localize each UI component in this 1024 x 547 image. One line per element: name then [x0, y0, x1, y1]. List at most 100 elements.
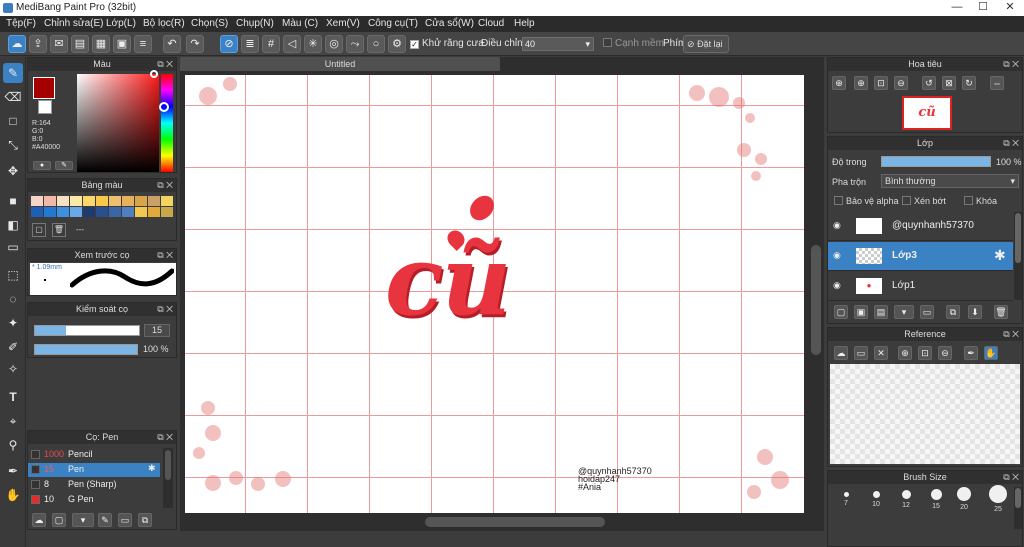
- panel-controls-icon[interactable]: ⧉ ✕: [157, 249, 173, 262]
- eye-icon[interactable]: ◉: [833, 250, 841, 261]
- menu-file[interactable]: Tệp(F): [6, 18, 36, 29]
- snap-parallel-icon[interactable]: ≣: [241, 35, 259, 53]
- list-icon[interactable]: ≡: [134, 35, 152, 53]
- brush-list-scrollbar[interactable]: [163, 448, 173, 508]
- gradient-tool-icon[interactable]: ▭: [3, 237, 23, 257]
- blend-mode-select[interactable]: Bình thường ▾: [881, 174, 1019, 188]
- secondary-color-swatch[interactable]: [38, 100, 52, 114]
- panel-controls-icon[interactable]: ⧉ ✕: [157, 431, 173, 444]
- eraser-tool-icon[interactable]: ⌫: [3, 87, 23, 107]
- palette-swatch[interactable]: [161, 207, 173, 217]
- menu-cloud[interactable]: Cloud: [478, 18, 504, 29]
- maximize-button[interactable]: ☐: [970, 0, 996, 14]
- add-halftone-layer-icon[interactable]: ▣: [854, 305, 868, 319]
- layer-scrollbar[interactable]: [1014, 212, 1022, 300]
- zoom-in-icon[interactable]: ⊕: [898, 346, 912, 360]
- layer-row-selected[interactable]: ◉ Lớp3 ✱: [828, 242, 1013, 271]
- brush-size-scrollbar[interactable]: [1014, 487, 1022, 529]
- palette-swatch[interactable]: [83, 196, 95, 206]
- menu-window[interactable]: Cửa sổ(W): [425, 18, 474, 29]
- cloud-icon[interactable]: ☁: [8, 35, 26, 53]
- undo-icon[interactable]: ↶: [163, 35, 181, 53]
- adjust-select[interactable]: 40 ▾: [522, 37, 594, 51]
- menu-select[interactable]: Chọn(S): [191, 18, 228, 29]
- palette-swatch[interactable]: [44, 207, 56, 217]
- scroll-thumb[interactable]: [165, 450, 171, 480]
- add-palette-icon[interactable]: ▢: [32, 223, 46, 237]
- rotate-left-icon[interactable]: ↺: [922, 76, 936, 90]
- brush-size-preset[interactable]: 10: [866, 487, 886, 508]
- shape-tool-icon[interactable]: ■: [3, 191, 23, 211]
- eye-icon[interactable]: ◉: [833, 220, 841, 231]
- panel-controls-icon[interactable]: ⧉ ✕: [157, 179, 173, 192]
- add-brush-icon[interactable]: ▢: [52, 513, 66, 527]
- select-pen-tool-icon[interactable]: ✐: [3, 337, 23, 357]
- snap-ellipse-icon[interactable]: ○: [367, 35, 385, 53]
- brush-size-preset[interactable]: 12: [896, 487, 916, 509]
- color-circle-icon[interactable]: ●: [33, 161, 51, 170]
- layer-opacity-slider[interactable]: [881, 156, 991, 167]
- menu-edit[interactable]: Chỉnh sửa(E): [44, 18, 104, 29]
- brush-size-preset[interactable]: 25: [986, 485, 1010, 513]
- menu-help[interactable]: Help: [514, 18, 535, 29]
- duplicate-icon[interactable]: ⧉: [138, 513, 152, 527]
- drawing-canvas[interactable]: cũ @quynhanh57370 hoidap247 #Ania: [185, 75, 804, 513]
- brush-size-preset[interactable]: 7: [836, 487, 856, 507]
- snap-perspective-icon[interactable]: ◁: [283, 35, 301, 53]
- gear-icon[interactable]: ✱: [148, 463, 156, 474]
- snap-circle-icon[interactable]: ◎: [325, 35, 343, 53]
- snap-curve-icon[interactable]: ⤳: [346, 35, 364, 53]
- menu-layer[interactable]: Lớp(L): [106, 18, 136, 29]
- snap-settings-icon[interactable]: ⚙: [388, 35, 406, 53]
- brush-list-item[interactable]: 8 Pen (Sharp): [28, 478, 160, 492]
- panel-controls-icon[interactable]: ⧉ ✕: [1003, 58, 1019, 71]
- fill-tool-icon[interactable]: ◧: [3, 215, 23, 235]
- lock-checkbox[interactable]: Khóa: [964, 196, 997, 206]
- flip-icon[interactable]: ⇔: [990, 76, 1004, 90]
- divide-tool-icon[interactable]: ⌖: [3, 411, 23, 431]
- palette-swatch[interactable]: [109, 196, 121, 206]
- palette-swatch[interactable]: [148, 196, 160, 206]
- zoom-out-icon[interactable]: ⊖: [938, 346, 952, 360]
- delete-palette-icon[interactable]: 🗑: [52, 223, 66, 237]
- palette-swatch[interactable]: [109, 207, 121, 217]
- snap-off-icon[interactable]: ⊘: [220, 35, 238, 53]
- zoom-icon[interactable]: ⊕: [832, 76, 846, 90]
- snap-radial-icon[interactable]: ✳: [304, 35, 322, 53]
- fit-icon[interactable]: ⊡: [874, 76, 888, 90]
- eyedropper-icon[interactable]: ✒: [964, 346, 978, 360]
- palette-swatch[interactable]: [44, 196, 56, 206]
- hue-cursor[interactable]: [159, 102, 169, 112]
- panel-controls-icon[interactable]: ⧉ ✕: [157, 58, 173, 71]
- antialias-checkbox[interactable]: ✓ Khử răng cưa: [410, 38, 484, 49]
- menu-filter[interactable]: Bộ lọc(R): [143, 18, 185, 29]
- brush-size-input[interactable]: 15: [144, 324, 170, 337]
- soft-edge-checkbox[interactable]: Cạnh mềm: [603, 38, 664, 49]
- dropper-tool-icon[interactable]: ⚲: [3, 435, 23, 455]
- vertical-scrollbar[interactable]: [808, 75, 824, 513]
- minimize-button[interactable]: —: [944, 0, 970, 14]
- cloud-brush-icon[interactable]: ☁: [32, 513, 46, 527]
- upload-icon[interactable]: ⇪: [29, 35, 47, 53]
- add-layer-icon[interactable]: ▢: [834, 305, 848, 319]
- palette-swatch[interactable]: [122, 196, 134, 206]
- palette-swatch[interactable]: [135, 207, 147, 217]
- navigator-thumbnail[interactable]: cũ: [902, 96, 952, 130]
- protect-alpha-checkbox[interactable]: Bảo vệ alpha: [834, 196, 899, 206]
- hue-slider[interactable]: [159, 74, 173, 172]
- palette-swatch[interactable]: [70, 207, 82, 217]
- hand-tool-icon[interactable]: ✋: [3, 485, 23, 505]
- lasso-tool-icon[interactable]: ◌: [3, 289, 23, 309]
- edit-brush-icon[interactable]: ✎: [98, 513, 112, 527]
- menu-view[interactable]: Xem(V): [326, 18, 360, 29]
- comment-icon[interactable]: ✉: [50, 35, 68, 53]
- eyedropper-tool-icon[interactable]: ✒: [3, 461, 23, 481]
- close-button[interactable]: ✕: [996, 0, 1024, 14]
- cloud-reference-icon[interactable]: ☁: [834, 346, 848, 360]
- palette-swatch[interactable]: [31, 196, 43, 206]
- scroll-thumb[interactable]: [811, 245, 821, 355]
- palette-swatch[interactable]: [135, 196, 147, 206]
- eye-icon[interactable]: ◉: [833, 280, 841, 291]
- horizontal-scrollbar[interactable]: [185, 514, 804, 530]
- brush-list-item[interactable]: 1000 Pencil: [28, 448, 160, 462]
